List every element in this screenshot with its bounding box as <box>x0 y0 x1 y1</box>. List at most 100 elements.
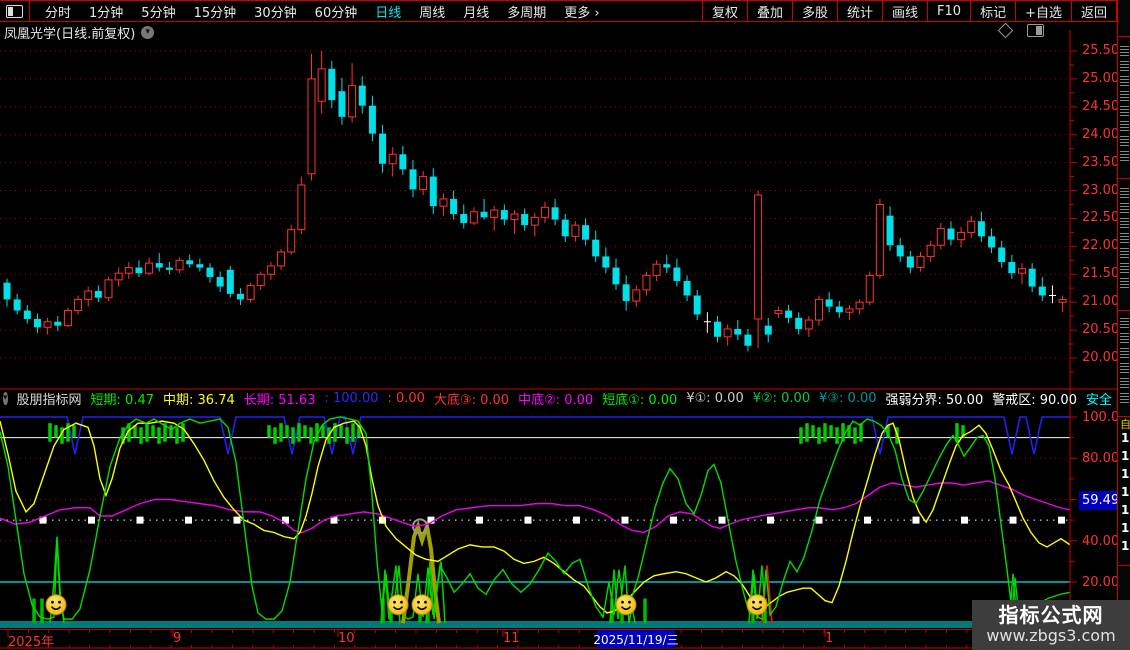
indicator-source-name: 股朋指标网 <box>17 390 82 407</box>
candle-up <box>724 329 731 337</box>
period-tab-30分钟[interactable]: 30分钟 <box>245 2 306 21</box>
indicator-collapse-icon[interactable]: ▾ <box>3 392 8 405</box>
mid-term-line <box>0 421 1070 613</box>
candle-down <box>897 245 904 256</box>
candle-down <box>34 319 41 327</box>
period-tab-5分钟[interactable]: 5分钟 <box>132 2 184 21</box>
candle-down <box>1029 269 1036 287</box>
indicator-value-警戒区: 警戒区: 90.00 <box>992 390 1077 407</box>
toolbar-button-+自选[interactable]: +自选 <box>1015 1 1071 21</box>
trading-app-window: 分时1分钟5分钟15分钟30分钟60分钟日线周线月线多周期更多 › 复权叠加多股… <box>0 0 1130 650</box>
clipped-glyph-fragment <box>1120 106 1129 116</box>
period-tab-月线[interactable]: 月线 <box>454 2 498 21</box>
candle-up <box>420 177 427 190</box>
candle-down <box>460 214 467 223</box>
clipped-glyph-fragment <box>1120 248 1129 258</box>
candle-down <box>399 154 406 169</box>
toolbar-button-叠加[interactable]: 叠加 <box>747 1 792 21</box>
diamond-icon[interactable] <box>998 23 1014 39</box>
split-window-icon <box>6 5 23 18</box>
toolbar-button-多股[interactable]: 多股 <box>792 1 837 21</box>
midline-square-marker <box>137 517 144 524</box>
toolbar-button-标记[interactable]: 标记 <box>970 1 1015 21</box>
clipped-digit: 1 <box>1121 450 1129 462</box>
window-layout-button[interactable] <box>0 1 30 21</box>
candle-up <box>856 302 863 309</box>
candle-down <box>602 256 609 267</box>
candle-down <box>430 177 437 207</box>
indicator-value-安全区: 安全区: 20.00 <box>1086 390 1113 407</box>
candle-up <box>1019 269 1026 273</box>
candle-down <box>501 210 508 219</box>
indicator-value-v4: : 0.00 <box>387 391 424 406</box>
candle-down <box>4 283 11 300</box>
indicator-value-短底①: 短底①: 0.00 <box>602 390 677 407</box>
candle-down <box>988 236 995 247</box>
clipped-glyph-fragment <box>1120 188 1129 198</box>
midline-square-marker <box>88 517 95 524</box>
clipped-glyph-fragment <box>1120 333 1129 343</box>
candle-up <box>349 86 356 117</box>
toolbar-button-画线[interactable]: 画线 <box>882 1 927 21</box>
strip-separator <box>1118 310 1130 311</box>
clipped-digit: 1 <box>1121 504 1129 516</box>
toolbar-button-统计[interactable]: 统计 <box>837 1 882 21</box>
toolbar-button-复权[interactable]: 复权 <box>702 1 747 21</box>
candle-up <box>927 245 934 256</box>
candle-down <box>552 207 559 219</box>
midline-square-marker <box>573 517 580 524</box>
clipped-glyph-fragment <box>1120 76 1129 86</box>
candle-down <box>338 91 345 117</box>
candle-down <box>978 221 985 236</box>
candle-down <box>14 299 21 310</box>
candle-up <box>491 210 498 217</box>
clipped-digit: 1 <box>1121 468 1129 480</box>
midline-square-marker <box>476 517 483 524</box>
indicator-value-中底②: 中底②: 0.00 <box>518 390 593 407</box>
midline-square-marker <box>185 517 192 524</box>
indicator-value-长期: 长期: 51.63 <box>244 390 316 407</box>
period-tab-周线[interactable]: 周线 <box>410 2 454 21</box>
period-tab-1分钟[interactable]: 1分钟 <box>80 2 132 21</box>
candle-down <box>166 268 173 270</box>
chart-corner-icons <box>1000 24 1044 37</box>
period-tab-多周期[interactable]: 多周期 <box>498 2 555 21</box>
strip-separator <box>1118 416 1130 417</box>
candle-down <box>328 69 335 100</box>
candle-down <box>836 307 843 313</box>
period-tab-分时[interactable]: 分时 <box>36 2 80 21</box>
clipped-glyph-fragment <box>1120 46 1129 56</box>
strip-separator <box>1118 565 1130 566</box>
pane-split-icon[interactable] <box>1027 24 1044 37</box>
chart-canvas[interactable] <box>0 0 1130 650</box>
candle-down <box>217 277 224 286</box>
candle-down <box>156 263 163 267</box>
toolbar-button-F10[interactable]: F10 <box>927 1 970 21</box>
candle-down <box>714 322 721 337</box>
clipped-glyph-fragment <box>1120 233 1129 243</box>
candle-up <box>775 311 782 314</box>
candle-down <box>135 268 142 274</box>
candle-down <box>95 291 102 298</box>
period-tab-60分钟[interactable]: 60分钟 <box>306 2 367 21</box>
indicator-value-短期: 短期: 0.47 <box>91 390 154 407</box>
candle-down <box>684 281 691 296</box>
strip-separator <box>1118 178 1130 179</box>
candle-down <box>24 311 31 319</box>
title-chevron-down-icon[interactable]: ▾ <box>141 26 154 39</box>
watermark-url: www.zbgs3.com <box>986 626 1115 645</box>
smiley-buy-signal-icon <box>388 595 408 615</box>
indicator-value-强弱分界: 强弱分界: 50.00 <box>886 390 984 407</box>
period-tab-日线[interactable]: 日线 <box>366 2 410 21</box>
candle-up <box>105 280 112 298</box>
period-tab-更多 ›[interactable]: 更多 › <box>555 2 608 21</box>
candle-up <box>278 252 285 266</box>
clipped-right-sidebar: 自1111111 <box>1117 0 1130 650</box>
candle-up <box>318 69 325 101</box>
candle-up <box>958 232 965 239</box>
clipped-glyph-fragment <box>1120 121 1129 131</box>
period-tab-15分钟[interactable]: 15分钟 <box>185 2 246 21</box>
toolbar-button-返回[interactable]: 返回 <box>1071 1 1117 21</box>
indicator-value-¥①: ¥①: 0.00 <box>686 391 743 406</box>
candle-down <box>613 268 620 285</box>
